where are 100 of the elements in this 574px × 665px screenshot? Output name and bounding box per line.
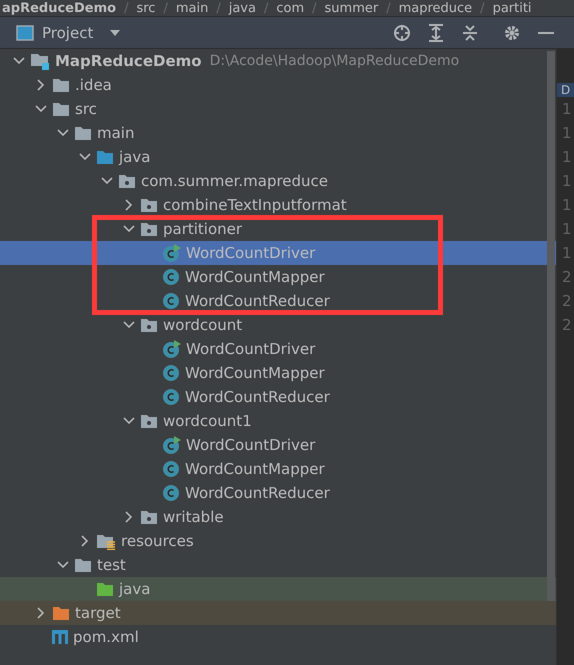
resources-folder-icon [96,532,116,550]
module-folder-icon [30,52,50,70]
item-label: pom.xml [73,628,139,646]
folder-icon [52,100,70,118]
tree-item[interactable]: pom.xml [0,625,556,649]
folder-icon [52,76,70,94]
class-icon [162,292,180,310]
scrollbar[interactable] [547,51,555,601]
tree-item[interactable]: WordCountMapper [0,265,556,289]
tree-item[interactable]: com.summer.mapreduce [0,169,556,193]
line-number: 1 [561,123,573,144]
tree-item[interactable]: WordCountDriver [0,337,556,361]
line-number: 1 [561,219,573,240]
package-icon [140,196,158,214]
tree-item[interactable]: test [0,553,556,577]
item-label: WordCountReducer [185,388,330,406]
locate-icon [393,24,411,42]
tree-item[interactable]: main [0,121,556,145]
minimize-icon [538,30,554,34]
tree-item[interactable]: WordCountReducer [0,481,556,505]
item-label: main [97,124,134,142]
tree-item[interactable]: wordcount1 [0,409,556,433]
line-number: 1 [561,243,573,264]
breadcrumb-separator: / [216,0,221,16]
line-number: 2 [561,267,573,288]
item-label: wordcount1 [163,412,252,430]
line-number: 1 [561,171,573,192]
item-label: src [75,100,97,118]
breadcrumb-item[interactable]: apReduceDemo [2,0,116,16]
tree-item[interactable]: WordCountReducer [0,385,556,409]
package-icon [140,220,158,238]
tree-item[interactable]: wordcount [0,313,556,337]
breadcrumb-separator: / [312,0,317,16]
runnable-class-icon [162,436,181,454]
class-icon [162,460,180,478]
folder-icon [74,556,92,574]
test-folder-icon [96,580,114,598]
runnable-class-icon [162,244,181,262]
item-label: java [119,580,150,598]
line-number: 1 [561,195,573,216]
breadcrumb-separator: / [163,0,168,16]
class-icon [162,364,180,382]
breadcrumb-item[interactable]: summer [324,0,378,16]
breadcrumb-separator: / [124,0,128,16]
item-path: D:\Acode\Hadoop\MapReduceDemo [210,53,460,69]
class-icon [162,388,180,406]
tree-item[interactable]: java [0,145,556,169]
line-number: 1 [561,99,573,120]
expand-all-icon [428,24,444,42]
item-label: resources [121,532,194,550]
item-label: writable [163,508,224,526]
item-label: WordCountDriver [186,244,316,262]
package-icon [118,172,136,190]
item-label: test [97,556,126,574]
breadcrumb-item[interactable]: src [136,0,156,16]
folder-icon [74,124,92,142]
item-label: java [119,148,150,166]
breadcrumb-item[interactable]: mapreduce [398,0,472,16]
item-label: WordCountDriver [186,340,316,358]
tree-item[interactable]: src [0,97,556,121]
excluded-folder-icon [52,604,70,622]
tree-item[interactable]: MapReduceDemo D:\Acode\Hadoop\MapReduceDemo [0,49,556,73]
breadcrumb-separator: / [386,0,391,16]
item-label: com.summer.mapreduce [141,172,328,190]
tree-item[interactable]: writable [0,505,556,529]
tree-item[interactable]: WordCountMapper [0,361,556,385]
package-icon [140,412,158,430]
tree-item[interactable]: target [0,601,556,625]
item-label: WordCountMapper [185,460,325,478]
breadcrumb-item[interactable]: main [176,0,208,16]
package-icon [140,316,158,334]
item-label: combineTextInputformat [163,196,347,214]
line-number: 2 [561,315,573,336]
runnable-class-icon [162,340,181,358]
item-label: WordCountDriver [186,436,316,454]
breadcrumb-item[interactable]: partiti [492,0,532,16]
editor-tab[interactable]: D [557,83,574,97]
tree-item[interactable]: java [0,577,556,601]
item-label: WordCountReducer [185,292,330,310]
collapse-all-icon [462,24,478,42]
tree-item[interactable]: WordCountDriver [0,433,556,457]
item-label: wordcount [163,316,242,334]
tree-item[interactable]: combineTextInputformat [0,193,556,217]
dropdown-caret-icon[interactable] [109,28,122,36]
item-label: .idea [75,76,112,94]
tree-item[interactable]: WordCountMapper [0,457,556,481]
breadcrumb-separator: / [480,0,485,16]
tree-item[interactable]: resources [0,529,556,553]
tree-item[interactable]: .idea [0,73,556,97]
package-icon [140,508,158,526]
window-icon [16,24,34,40]
breadcrumb-item[interactable]: com [276,0,304,16]
breadcrumb-separator: / [264,0,268,16]
item-label: WordCountReducer [185,484,330,502]
breadcrumb-item[interactable]: java [228,0,256,16]
item-label: partitioner [163,220,242,238]
source-folder-icon [96,148,114,166]
settings-icon [503,24,521,42]
panel-title[interactable]: Project [42,24,94,42]
item-label: target [75,604,121,622]
